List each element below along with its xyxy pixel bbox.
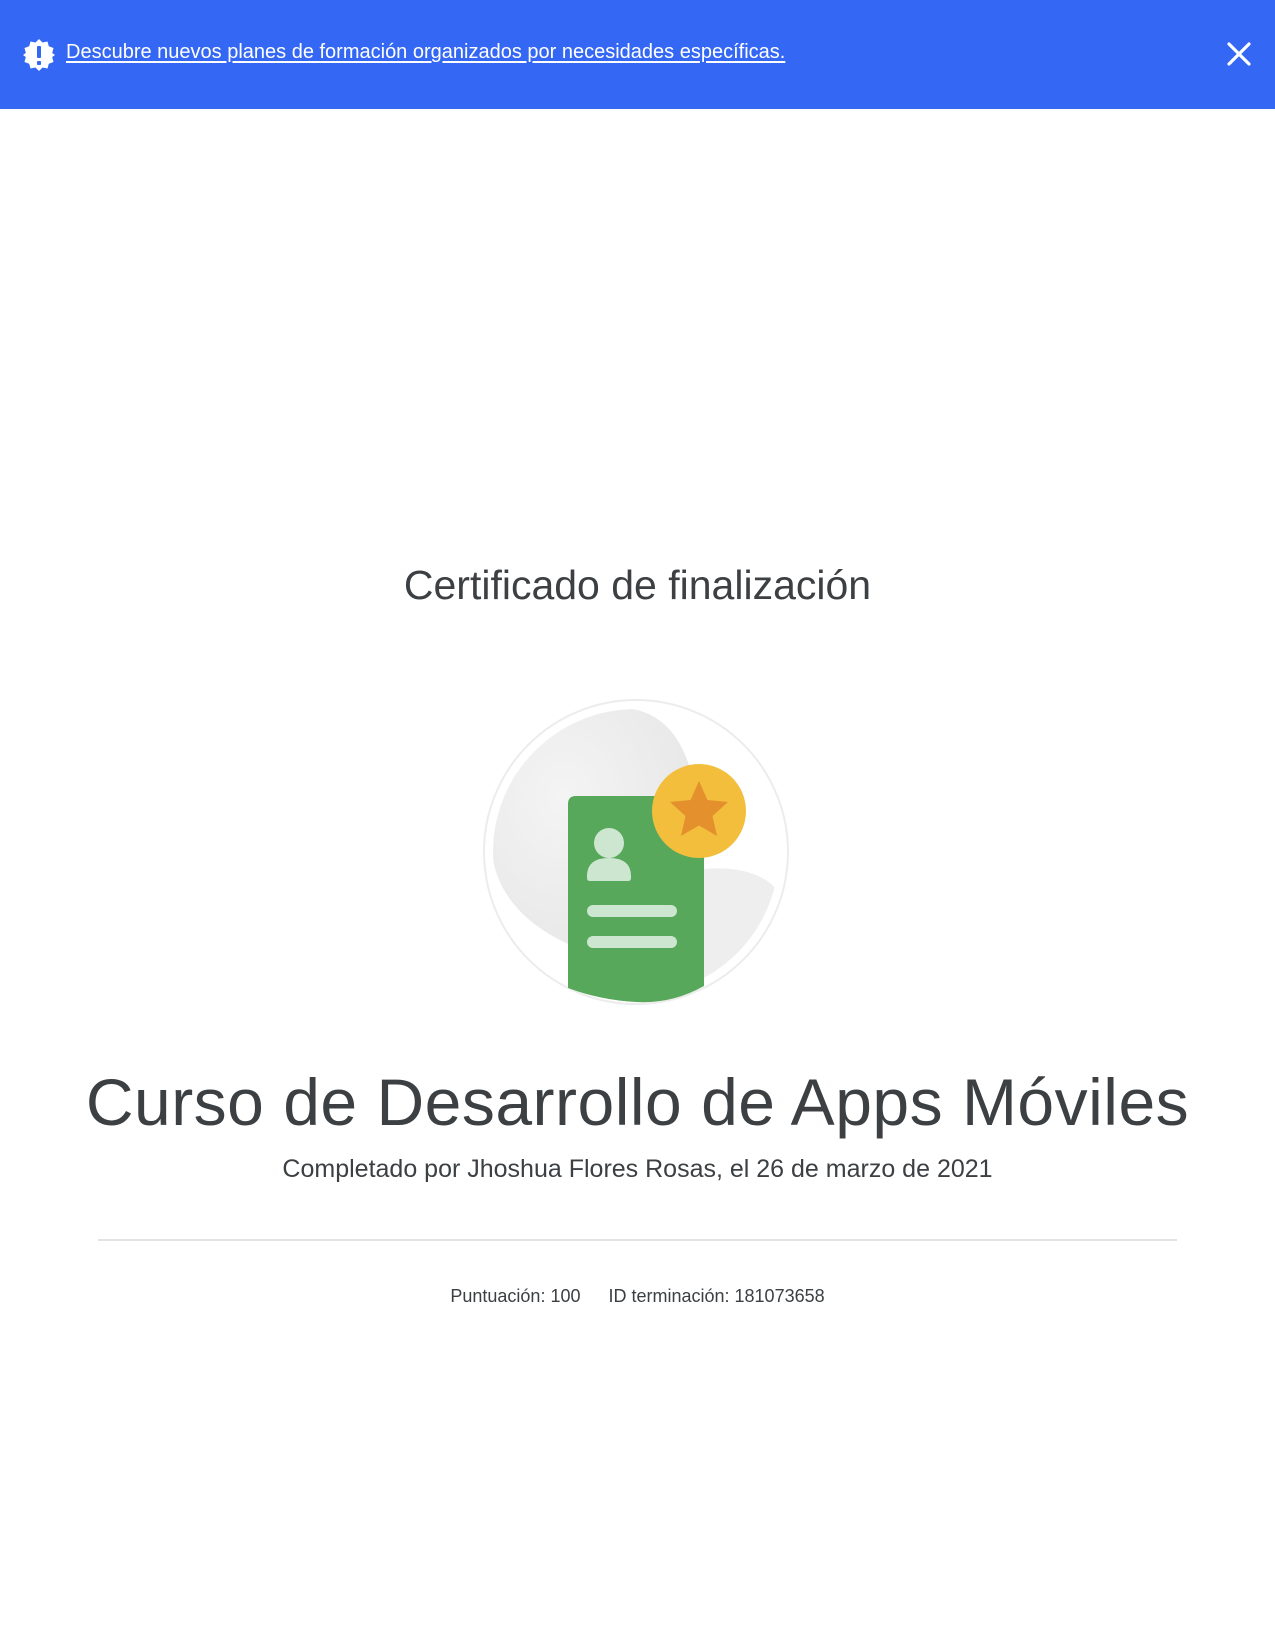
- certificate-meta: Puntuación: 100 ID terminación: 18107365…: [0, 1286, 1275, 1307]
- alert-badge-icon: [23, 39, 55, 71]
- divider: [98, 1239, 1177, 1241]
- course-title: Curso de Desarrollo de Apps Móviles: [85, 1065, 1190, 1139]
- completion-id: ID terminación: 181073658: [608, 1286, 825, 1306]
- notification-banner: Descubre nuevos planes de formación orga…: [0, 0, 1275, 109]
- score-value: Puntuación: 100: [450, 1286, 581, 1306]
- close-icon[interactable]: [1225, 40, 1253, 68]
- completion-statement: Completado por Jhoshua Flores Rosas, el …: [282, 1155, 993, 1183]
- training-plans-link[interactable]: Descubre nuevos planes de formación orga…: [66, 41, 785, 64]
- certificate-star-badge-icon: [483, 699, 789, 1005]
- certificate-heading: Certificado de finalización: [403, 562, 872, 608]
